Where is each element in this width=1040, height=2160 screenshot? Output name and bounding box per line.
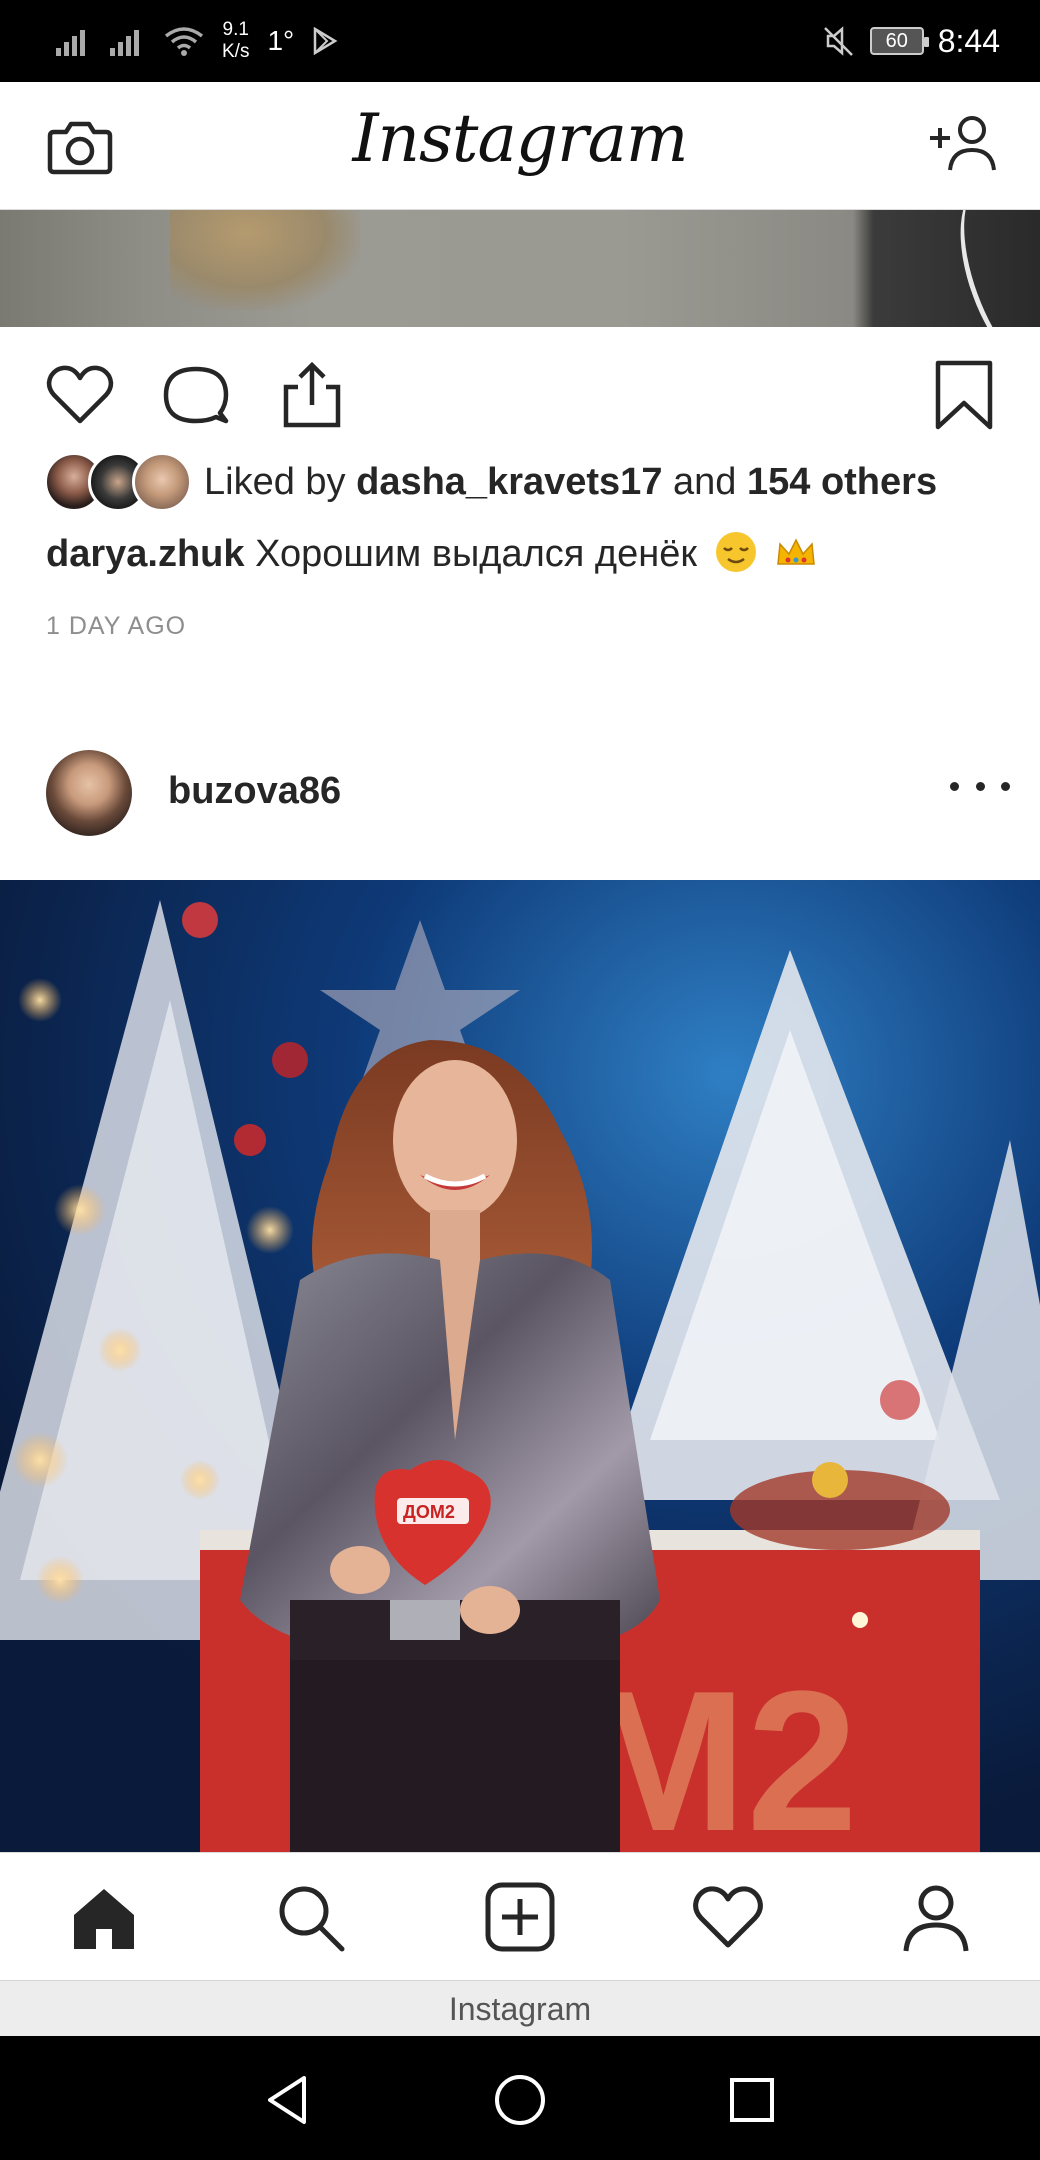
more-dot <box>975 781 985 791</box>
system-navigation-bar <box>0 2036 1040 2160</box>
bottom-navigation <box>0 1852 1040 1980</box>
crown-emoji-icon <box>777 538 815 565</box>
post-caption: darya.zhuk Хорошим выдался денёк <box>46 530 818 576</box>
app-label-bar: Instagram <box>0 1980 1040 2036</box>
bookmark-icon[interactable] <box>928 359 1000 431</box>
new-post-icon[interactable] <box>482 1879 558 1955</box>
post-photo: M2 ДОМ2 <box>0 880 1040 1852</box>
wifi-icon <box>164 27 204 56</box>
caption-username[interactable]: darya.zhuk <box>46 533 245 575</box>
comment-icon[interactable] <box>160 359 232 431</box>
mute-icon <box>823 26 853 56</box>
home-icon[interactable] <box>66 1879 142 1955</box>
top-app-bar: Instagram <box>0 82 1040 210</box>
post-action-bar <box>0 327 1040 457</box>
activity-heart-icon[interactable] <box>690 1879 766 1955</box>
svg-text:ДОМ2: ДОМ2 <box>403 1502 455 1522</box>
network-speed-value: 9.1 <box>222 19 249 40</box>
previous-post-image-cable <box>938 210 1040 327</box>
more-dot <box>1001 781 1010 791</box>
instagram-logo: Instagram <box>352 100 688 177</box>
previous-post-image-detail <box>170 210 360 310</box>
signal-icon <box>56 30 85 56</box>
likes-prefix: Liked by <box>204 460 346 503</box>
network-speed: 9.1 K/s <box>222 19 249 63</box>
status-right: 60 8:44 <box>822 0 1000 82</box>
relieved-face-emoji-icon <box>715 532 756 572</box>
status-bar: 9.1 K/s 1° 60 8:44 <box>0 0 1040 82</box>
like-heart-icon[interactable] <box>44 359 116 431</box>
profile-icon[interactable] <box>898 1879 974 1955</box>
status-left: 9.1 K/s 1° <box>56 0 338 82</box>
likes-others-count[interactable]: 154 others <box>747 461 937 503</box>
previous-post-image[interactable] <box>0 210 1040 327</box>
temperature: 1° <box>267 25 295 56</box>
post-author-avatar[interactable] <box>46 750 132 836</box>
svg-text:M2: M2 <box>580 1650 858 1852</box>
clock: 8:44 <box>937 22 1000 59</box>
recents-icon[interactable] <box>724 2072 780 2128</box>
signal-icon-2 <box>110 30 139 56</box>
liker-avatar <box>132 452 192 512</box>
more-dot <box>950 781 959 791</box>
caption-text: Хорошим выдался денёк <box>255 533 697 575</box>
post-timestamp: 1 DAY AGO <box>46 612 187 640</box>
post-header: buzova86 <box>0 740 1040 880</box>
likes-summary: Liked by dasha_kravets17 and 154 others <box>204 461 937 504</box>
search-icon[interactable] <box>272 1879 348 1955</box>
network-speed-unit: K/s <box>222 41 250 62</box>
play-store-icon <box>313 27 338 55</box>
likes-row[interactable]: Liked by dasha_kravets17 and 154 others <box>44 452 937 512</box>
liked-by-username[interactable]: dasha_kravets17 <box>356 461 662 503</box>
battery-indicator: 60 <box>869 27 929 55</box>
home-button-icon[interactable] <box>492 2072 548 2128</box>
share-icon[interactable] <box>276 359 348 431</box>
add-user-icon[interactable] <box>926 112 1000 178</box>
more-options-icon[interactable] <box>950 776 1010 796</box>
post-author-username[interactable]: buzova86 <box>168 770 341 813</box>
back-icon[interactable] <box>260 2072 316 2128</box>
likes-and: and <box>673 460 737 503</box>
post-image[interactable]: M2 ДОМ2 <box>0 880 1040 1852</box>
